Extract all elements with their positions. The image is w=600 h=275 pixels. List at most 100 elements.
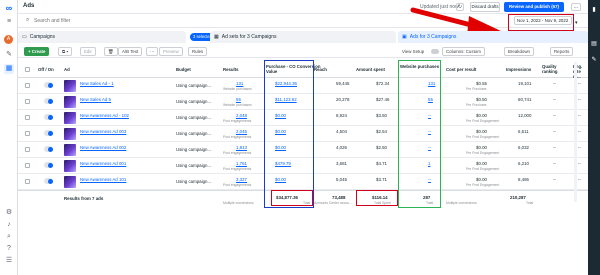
results-cell[interactable]: 2,048 [236,113,247,118]
col-impressions[interactable]: Impressions [506,67,531,72]
ad-name-link[interactable]: New Sales Ad - 1 [80,81,114,86]
account-avatar[interactable]: A [4,35,13,44]
impressions-cell: 6,511 [518,129,529,134]
budget-cell: Using campaign... [176,163,212,168]
on-off-toggle[interactable] [44,130,53,136]
row-checkbox[interactable] [25,115,30,120]
quality-ranking-cell: -- [553,113,556,118]
ad-name-link[interactable]: New Awareness Ad 101 [80,177,126,182]
results-sub: Website purchases [223,103,252,107]
on-off-toggle[interactable] [44,162,53,168]
edit-icon[interactable]: ✎ [4,50,14,60]
amount-spent-cell: $72.34 [376,81,390,86]
on-off-toggle[interactable] [44,146,53,152]
meta-logo-icon[interactable]: ∞ [4,3,14,13]
col-reach[interactable]: Reach [314,67,327,72]
gear-icon[interactable]: ⚙ [4,208,14,218]
cost-sub: Per Post Engagement [466,167,500,171]
chevron-down-icon[interactable]: ▾ [575,20,578,26]
row-checkbox[interactable] [25,131,30,136]
col-amount-spent[interactable]: Amount spent [356,67,385,72]
menu-icon[interactable]: ≡ [4,17,14,27]
totals-results-sub: Multiple conversions [223,201,254,205]
ad-thumbnail [64,128,76,140]
row-checkbox[interactable] [25,163,30,168]
results-cell[interactable]: 1,813 [236,145,247,150]
on-off-toggle[interactable] [44,178,53,184]
cost-per-result-cell: $0.00 [476,177,487,182]
col-budget[interactable]: Budget [176,67,191,72]
more-toolbar-button[interactable]: ⋯ [146,47,159,56]
ab-test-button[interactable]: A/B Test [118,47,143,56]
grid-icon[interactable]: ▦ [4,64,14,74]
quality-ranking-cell: -- [553,161,556,166]
cost-sub: Per Post Engagement [466,151,500,155]
col-quality-ranking[interactable]: Quality ranking [542,64,572,74]
create-button[interactable]: + Create [24,47,50,56]
totals-label: Results from 7 ads [64,196,104,201]
engagement-ranking-cell: -- [578,145,581,150]
reach-cell: 3,681 [336,161,347,166]
on-off-toggle[interactable] [44,114,53,120]
vertical-scrollbar[interactable] [574,62,577,202]
results-cell[interactable]: 131 [236,81,243,86]
row-checkbox[interactable] [25,83,30,88]
reports-button[interactable]: Reports [550,47,574,56]
side-panel-icon[interactable]: ▤ [590,40,598,48]
delete-button[interactable]: 🗑 [104,47,118,56]
breakdown-button[interactable]: Breakdown [504,47,534,56]
folder-icon: ▭ [22,34,27,40]
tab-ads[interactable]: ▣ Ads for 3 Campaigns [398,31,588,43]
ad-name-link[interactable]: New Awareness Ad 002 [80,145,126,150]
ad-name-link[interactable]: New Awareness Ad - 102 [80,113,129,118]
row-checkbox[interactable] [25,99,30,104]
select-all-checkbox[interactable] [25,67,30,72]
engagement-ranking-cell: -- [578,81,581,86]
col-onoff[interactable]: Off / On [38,67,54,72]
tab-campaigns[interactable]: ▭ Campaigns [18,31,186,43]
engagement-ranking-cell: -- [578,161,581,166]
col-cost-per-result[interactable]: Cost per result [446,67,476,72]
results-cell[interactable]: 3,327 [236,177,247,182]
cost-per-result-cell: $0.50 [476,97,487,102]
search-rail-icon[interactable]: ⌕ [4,232,14,242]
col-results[interactable]: Results [223,67,239,72]
duplicate-button[interactable]: ⧉ ▾ [58,47,73,56]
pencil-icon[interactable]: ✎ [590,56,598,64]
cost-per-result-cell: $0.00 [476,145,487,150]
cost-sub: Per Purchase [466,103,487,107]
list-icon[interactable]: ☰ [4,256,14,266]
ad-name-link[interactable]: New Awareness Ad 003 [80,129,126,134]
reach-cell: 4,504 [336,129,347,134]
more-options-button[interactable]: ... [571,3,581,11]
on-off-toggle[interactable] [44,82,53,88]
ad-name-link[interactable]: New Sales Ad 5 [80,97,111,102]
rules-button[interactable]: Rules [188,47,208,56]
results-cell[interactable]: 1,761 [236,161,247,166]
col-ad[interactable]: Ad [64,67,70,72]
tab-adsets[interactable]: ▦ Ad sets for 3 Campaigns [210,31,396,43]
row-checkbox[interactable] [25,147,30,152]
search-input[interactable] [34,16,234,25]
quality-ranking-cell: -- [553,97,556,102]
results-sub: Post engagements [223,151,252,155]
ad-thumbnail [64,160,76,172]
quality-ranking-cell: -- [553,177,556,182]
budget-cell: Using campaign... [176,179,212,184]
help-icon[interactable]: ? [4,244,14,254]
results-cell[interactable]: 55 [236,97,241,102]
on-off-toggle[interactable] [44,98,53,104]
ad-name-link[interactable]: New Awareness Ad 001 [80,161,126,166]
chart-icon[interactable]: ▮ [590,6,598,14]
results-cell[interactable]: 2,045 [236,129,247,134]
left-nav-rail: ∞ ≡ A ✎ ▦ ⚙ ♪ ⌕ ? ☰ [0,0,18,275]
preview-button[interactable]: Preview [159,47,183,56]
reach-cell: 8,924 [336,113,347,118]
reach-cell: 5,045 [336,177,347,182]
view-setup-toggle[interactable] [431,49,439,54]
bell-icon[interactable]: ♪ [4,220,14,230]
edit-button[interactable]: Edit [80,47,96,56]
ads-manager: ∞ ≡ A ✎ ▦ ⚙ ♪ ⌕ ? ☰ Ads Updated just now… [0,0,600,275]
row-checkbox[interactable] [25,179,30,184]
columns-button[interactable]: Columns: Custom [442,47,485,56]
